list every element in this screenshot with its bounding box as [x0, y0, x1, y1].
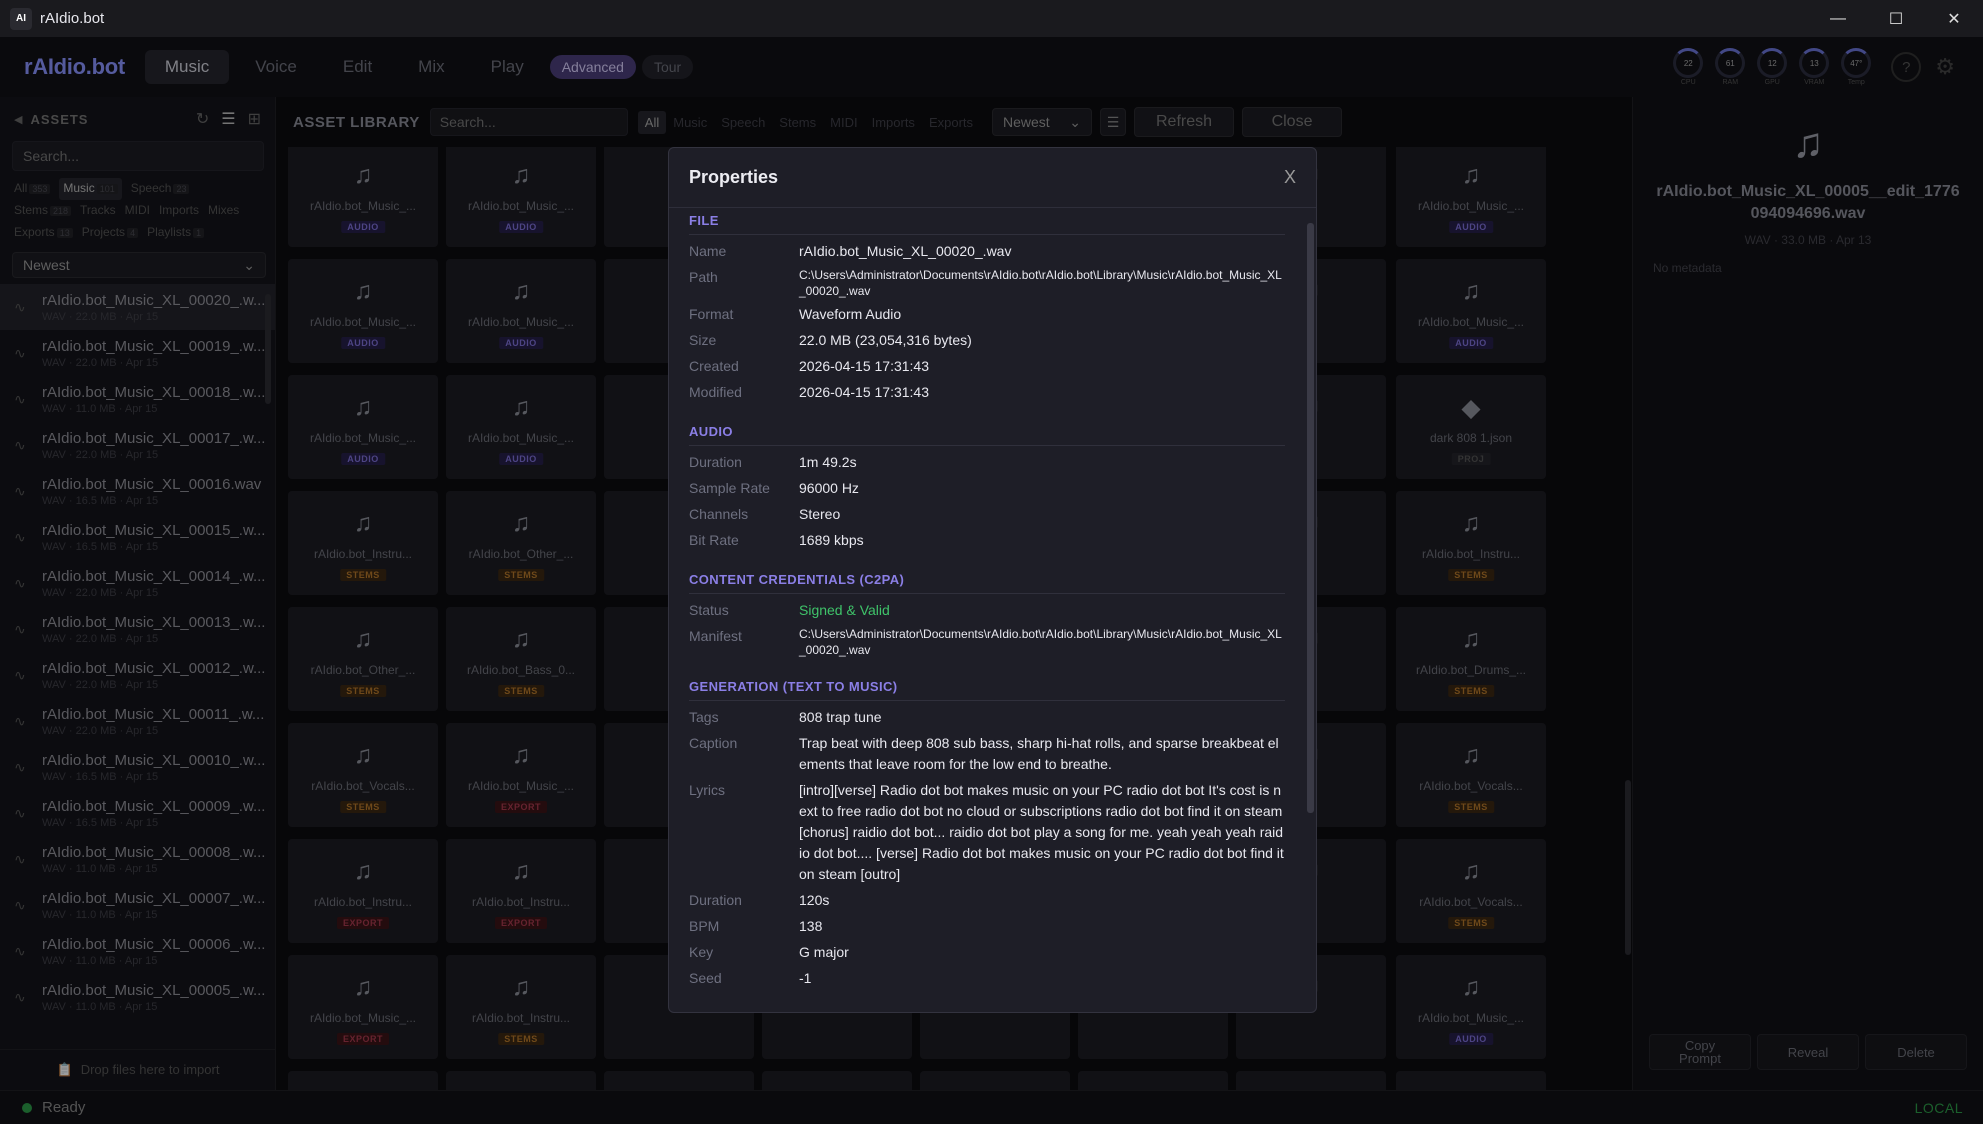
- section-file: FILE: [689, 208, 1285, 235]
- prop-path: Path C:\Users\Administrator\Documents\rAI…: [689, 268, 1282, 298]
- section-audio: AUDIO: [689, 419, 1285, 446]
- prop-gen-duration: Duration 120s: [689, 892, 830, 908]
- minimize-button[interactable]: —: [1809, 0, 1867, 37]
- prop-bpm: BPM 138: [689, 918, 823, 934]
- prop-lyrics: Lyrics [intro][verse] Radio dot bot makes…: [689, 782, 1284, 882]
- dialog-title: Properties: [689, 167, 779, 187]
- section-generation: GENERATION (TEXT TO MUSIC): [689, 674, 1285, 701]
- signed-status-badge: Signed & Valid: [799, 602, 890, 618]
- prop-name: Name rAIdio.bot_Music_XL_00020_.wav: [689, 243, 1012, 259]
- prop-sample-rate: Sample Rate 96000 Hz: [689, 480, 859, 496]
- app-logo-icon: AI: [10, 7, 32, 30]
- maximize-button[interactable]: ☐: [1867, 0, 1925, 37]
- dialog-scrollbar[interactable]: [1307, 223, 1314, 813]
- prop-modified: Modified 2026-04-15 17:31:43: [689, 384, 929, 400]
- window-title: rAIdio.bot: [40, 10, 105, 27]
- prop-status: Status Signed & Valid: [689, 600, 1285, 621]
- prop-caption: Caption Trap beat with deep 808 sub bass,…: [689, 735, 1279, 772]
- prop-tags: Tags 808 trap tune: [689, 709, 882, 725]
- prop-duration: Duration 1m 49.2s: [689, 454, 857, 470]
- prop-manifest: Manifest C:\Users\Administrator\Documents…: [689, 627, 1282, 657]
- prop-seed: Seed -1: [689, 970, 812, 986]
- prop-created: Created 2026-04-15 17:31:43: [689, 358, 929, 374]
- prop-channels: Channels Stereo: [689, 506, 841, 522]
- prop-size: Size 22.0 MB (23,054,316 bytes): [689, 332, 972, 348]
- dialog-body: FILE Name rAIdio.bot_Music_XL_00020_.wav …: [669, 208, 1305, 1012]
- prop-bit-rate: Bit Rate 1689 kbps: [689, 532, 864, 548]
- window-close-button[interactable]: ✕: [1925, 0, 1983, 37]
- title-bar: AI rAIdio.bot — ☐ ✕: [0, 0, 1983, 37]
- prop-format: Format Waveform Audio: [689, 306, 902, 322]
- properties-dialog: Properties X FILE Name rAIdio.bot_Music_X…: [668, 147, 1317, 1013]
- section-c2pa: CONTENT CREDENTIALS (C2PA): [689, 567, 1285, 594]
- prop-key: Key G major: [689, 944, 849, 960]
- dialog-close-button[interactable]: X: [1284, 167, 1296, 188]
